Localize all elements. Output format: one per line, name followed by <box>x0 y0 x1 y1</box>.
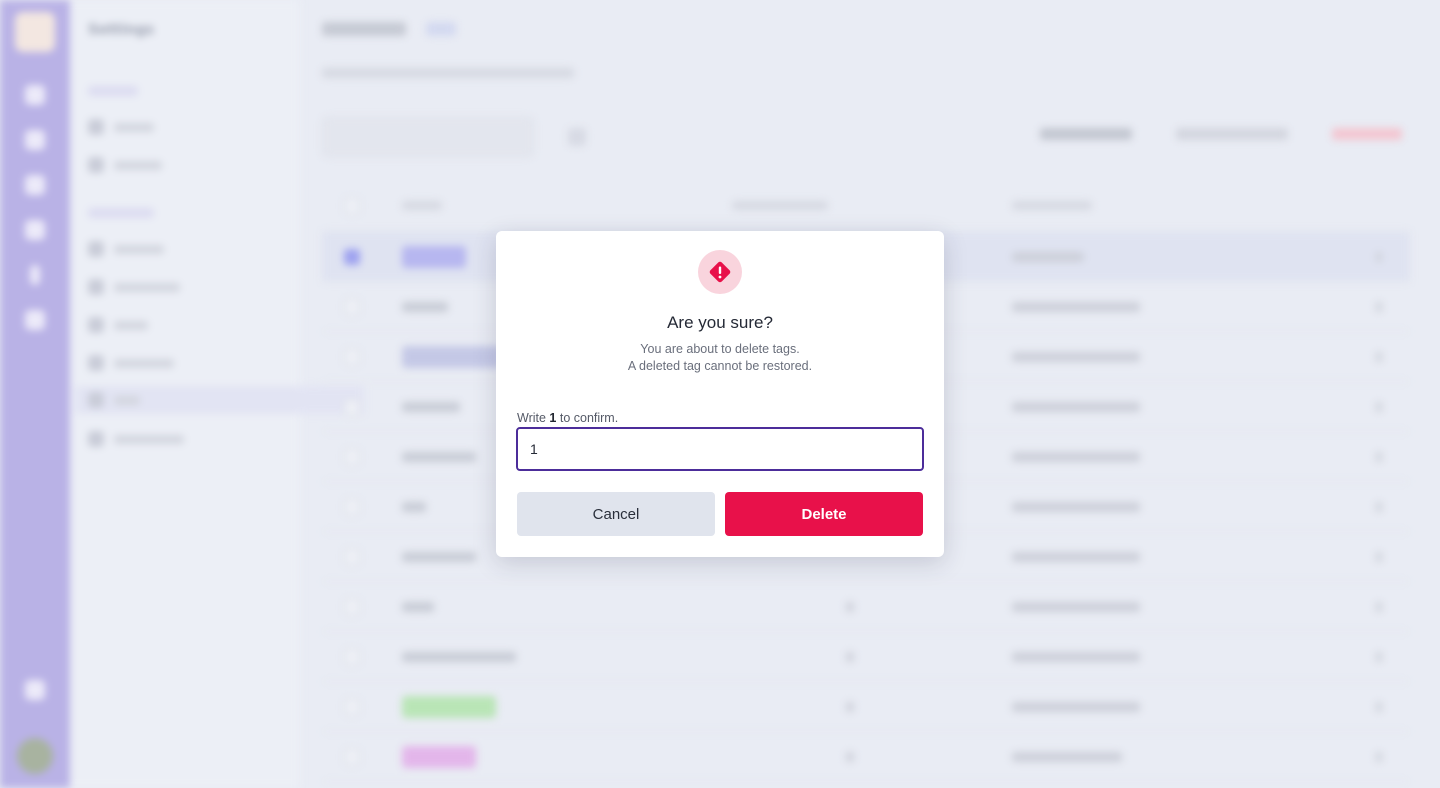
app-logo <box>15 12 55 52</box>
confirm-input[interactable] <box>516 427 924 471</box>
select-all-checkbox[interactable] <box>344 197 360 214</box>
row-checkbox[interactable] <box>344 598 360 615</box>
delete-tags-button[interactable] <box>1332 128 1402 140</box>
subnav-item-profile[interactable] <box>88 116 154 138</box>
page-subtitle <box>322 68 574 78</box>
confirm-prefix: Write <box>517 411 550 425</box>
row-checkbox[interactable] <box>344 648 360 665</box>
row-checkbox[interactable] <box>344 498 360 515</box>
selection-count <box>1040 128 1132 140</box>
table-header <box>322 180 1410 232</box>
breadcrumb-workspace[interactable] <box>322 22 406 36</box>
row-checkbox[interactable] <box>344 698 360 715</box>
row-checkbox[interactable] <box>344 348 360 365</box>
warning-badge <box>698 250 742 294</box>
confirm-suffix: to confirm. <box>556 411 619 425</box>
column-created[interactable] <box>1012 201 1092 210</box>
table-row[interactable] <box>322 582 1410 632</box>
subnav-item-settings[interactable] <box>88 238 164 260</box>
bulk-toolbar <box>1040 128 1402 140</box>
info-icon[interactable] <box>30 265 40 285</box>
column-name[interactable] <box>402 201 442 210</box>
subnav-item-users[interactable] <box>88 314 148 336</box>
row-checkbox[interactable] <box>344 398 360 415</box>
cancel-button[interactable]: Cancel <box>517 492 715 536</box>
dialog-description-line1: You are about to delete tags. <box>640 342 800 356</box>
column-usage[interactable] <box>732 201 828 210</box>
subnav-item-templates[interactable] <box>88 352 174 374</box>
warning-diamond-icon <box>709 261 731 283</box>
duplicate-button[interactable] <box>1176 128 1288 140</box>
icon-rail <box>0 0 70 788</box>
confirm-label: Write 1 to confirm. <box>517 411 618 425</box>
send-icon[interactable] <box>25 175 45 195</box>
inbox-icon[interactable] <box>25 220 45 240</box>
breadcrumb <box>322 22 456 36</box>
table-row[interactable] <box>322 732 1410 782</box>
subnav-item-snapshots[interactable] <box>88 428 184 450</box>
filter-icon[interactable] <box>568 128 586 146</box>
subnav-section-workspace <box>88 208 154 218</box>
dashboard-icon[interactable] <box>25 85 45 105</box>
table-row[interactable] <box>322 632 1410 682</box>
breadcrumb-tags <box>426 22 456 36</box>
row-checkbox[interactable] <box>344 748 360 765</box>
delete-button[interactable]: Delete <box>725 492 923 536</box>
row-checkbox[interactable] <box>344 248 360 265</box>
dialog-description: You are about to delete tags. A deleted … <box>496 341 944 375</box>
subnav-section-account <box>88 86 138 96</box>
settings-subnav: Settings <box>70 0 364 788</box>
subnav-item-integrations[interactable] <box>88 276 180 298</box>
dialog-title: Are you sure? <box>667 313 773 332</box>
row-checkbox[interactable] <box>344 548 360 565</box>
delete-confirm-dialog: Are you sure? You are about to delete ta… <box>496 231 944 557</box>
subnav-item-security[interactable] <box>88 154 162 176</box>
chat-icon[interactable] <box>25 130 45 150</box>
dialog-description-line2: A deleted tag cannot be restored. <box>627 359 813 373</box>
shield-icon[interactable] <box>25 310 45 330</box>
table-row[interactable] <box>322 682 1410 732</box>
row-checkbox[interactable] <box>344 298 360 315</box>
row-checkbox[interactable] <box>344 448 360 465</box>
settings-title: Settings <box>88 22 155 38</box>
avatar[interactable] <box>17 738 53 774</box>
search-input[interactable] <box>322 117 534 157</box>
help-icon[interactable] <box>25 680 45 700</box>
